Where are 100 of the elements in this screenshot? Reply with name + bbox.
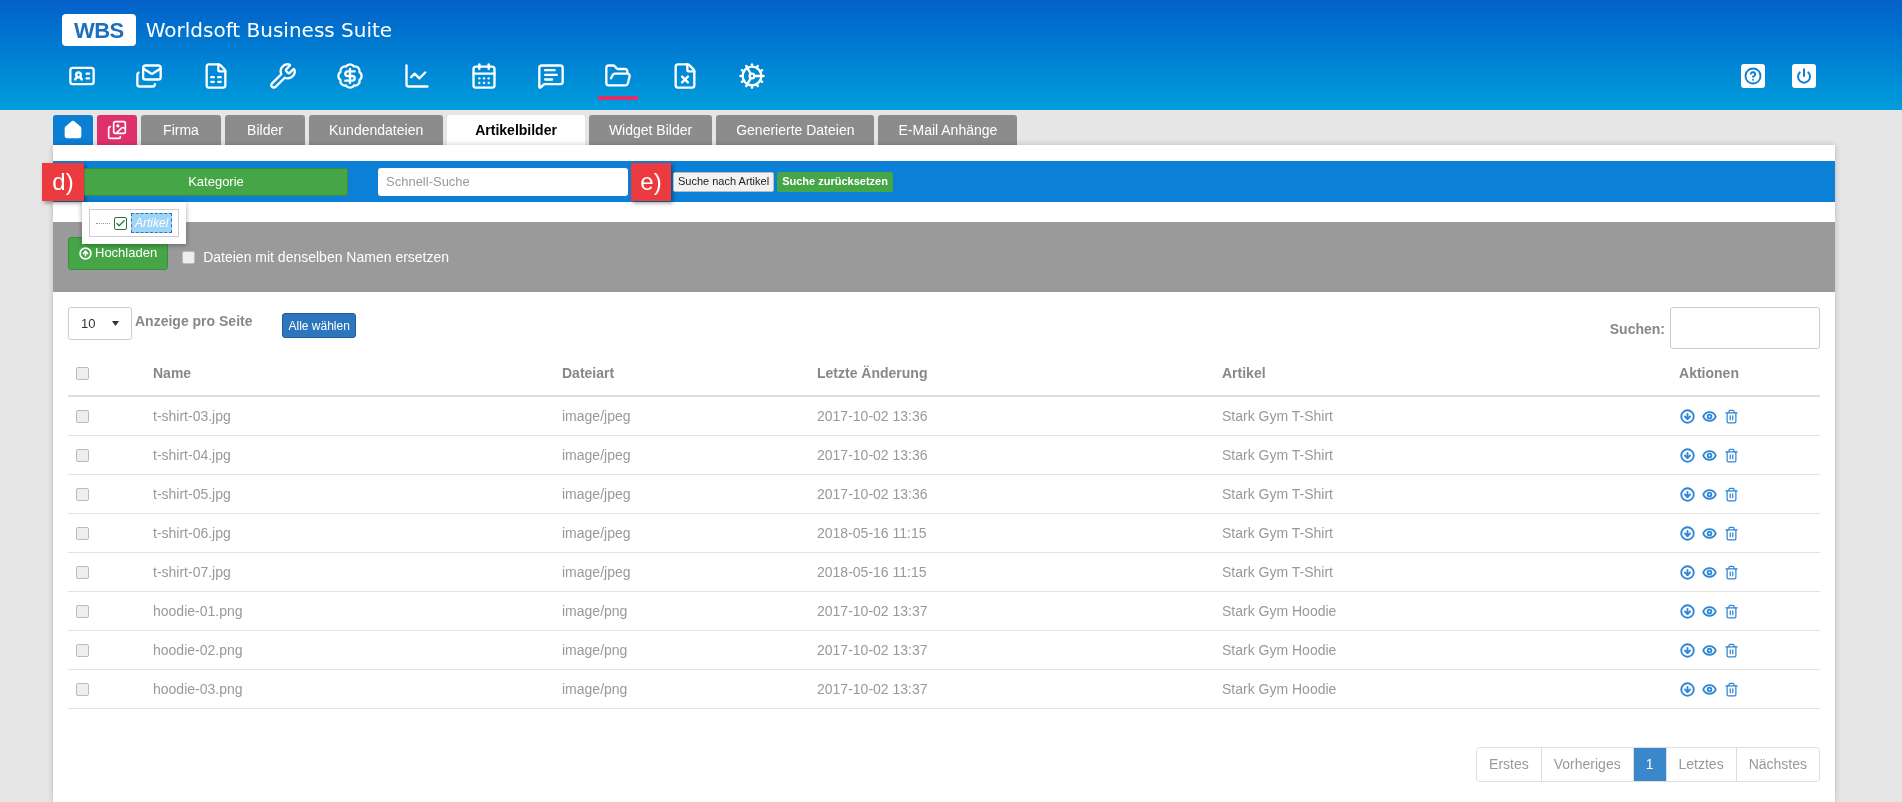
column-header: Name [153, 363, 193, 383]
table-cell-text: 2017-10-02 13:36 [817, 406, 929, 426]
table-cell-text: 2017-10-02 13:37 [817, 640, 929, 660]
download-icon[interactable] [1679, 564, 1695, 580]
select-all-checkbox[interactable] [76, 366, 89, 380]
table-cell-text: image/jpeg [562, 406, 632, 426]
table-cell-text: t-shirt-04.jpg [153, 445, 232, 465]
table-cell-text: 2018-05-16 11:15 [817, 523, 928, 543]
search-button[interactable]: Suche nach Artikel [673, 171, 775, 192]
home-tab[interactable] [53, 115, 93, 145]
table-cell-text: image/png [562, 679, 629, 699]
search-label: Suchen: [1609, 320, 1665, 339]
table-cell-text: Stark Gym T-Shirt [1222, 523, 1334, 543]
trash-icon[interactable] [1723, 681, 1739, 697]
table-cell-text: hoodie-02.png [153, 640, 244, 660]
calendar-icon [470, 62, 498, 90]
page-button[interactable]: Nächstes [1735, 748, 1819, 781]
table-cell-text: image/png [562, 640, 629, 660]
table-cell-text: image/jpeg [562, 562, 632, 582]
help-icon [1744, 67, 1762, 85]
column-header: Aktionen [1679, 363, 1739, 383]
download-icon[interactable] [1679, 486, 1695, 502]
tab[interactable]: E-Mail Anhänge [878, 115, 1018, 145]
select-all-button[interactable]: Alle wählen [282, 313, 356, 338]
check-icon [115, 217, 126, 229]
download-icon[interactable] [1679, 642, 1695, 658]
eye-icon[interactable] [1701, 681, 1717, 697]
app-title: Worldsoft Business Suite [145, 17, 393, 44]
row-checkbox[interactable] [76, 643, 89, 657]
table-cell-text: t-shirt-05.jpg [153, 484, 232, 504]
quick-search-field[interactable]: Schnell-Suche [378, 167, 628, 196]
row-checkbox[interactable] [76, 409, 89, 423]
table-cell-text: Stark Gym T-Shirt [1222, 562, 1334, 582]
power-button[interactable] [1792, 64, 1816, 88]
trash-icon[interactable] [1723, 603, 1739, 619]
download-icon[interactable] [1679, 447, 1695, 463]
eye-icon[interactable] [1701, 486, 1717, 502]
eye-icon[interactable] [1701, 603, 1717, 619]
row-checkbox[interactable] [76, 526, 89, 540]
table-cell-text: Stark Gym T-Shirt [1222, 445, 1334, 465]
table-cell-text: t-shirt-03.jpg [153, 406, 232, 426]
table-cell-text: image/jpeg [562, 445, 632, 465]
search-field[interactable] [1670, 307, 1820, 349]
row-checkbox[interactable] [76, 487, 89, 501]
trash-icon[interactable] [1723, 408, 1739, 424]
download-icon[interactable] [1679, 408, 1695, 424]
tab[interactable]: Bilder [225, 115, 305, 145]
table-cell-text: Stark Gym T-Shirt [1222, 484, 1334, 504]
eye-icon[interactable] [1701, 642, 1717, 658]
row-checkbox[interactable] [76, 565, 89, 579]
table-cell-text: t-shirt-06.jpg [153, 523, 232, 543]
reset-button[interactable]: Suche zurücksetzen [777, 171, 893, 192]
wrench-icon [269, 62, 297, 90]
tab[interactable]: Generierte Dateien [716, 115, 875, 145]
tab[interactable]: Artikelbilder [447, 115, 585, 145]
trash-icon[interactable] [1723, 564, 1739, 580]
tab[interactable]: Firma [141, 115, 221, 145]
help-button[interactable] [1741, 64, 1765, 88]
line-chart-icon [403, 62, 431, 90]
annotation-label: d) [42, 162, 84, 201]
trash-icon[interactable] [1723, 642, 1739, 658]
trash-icon[interactable] [1723, 447, 1739, 463]
row-checkbox[interactable] [76, 448, 89, 462]
table-cell-text: Stark Gym Hoodie [1222, 601, 1338, 621]
row-checkbox[interactable] [76, 682, 89, 696]
tab[interactable]: Kundendateien [309, 115, 444, 145]
page-button[interactable]: 1 [1632, 748, 1666, 781]
eye-icon[interactable] [1701, 447, 1717, 463]
table-cell-text: image/jpeg [562, 484, 632, 504]
checkbox[interactable] [182, 250, 196, 264]
home-icon [63, 120, 83, 140]
page-size-select[interactable]: 10 [68, 307, 132, 340]
gallery-tab[interactable] [97, 115, 137, 145]
download-icon[interactable] [1679, 525, 1695, 541]
table-cell-text: 2017-10-02 13:37 [817, 601, 929, 621]
download-icon[interactable] [1679, 603, 1695, 619]
row-checkbox[interactable] [76, 604, 89, 618]
replace-option-label: Dateien mit denselben Namen ersetzen [203, 247, 450, 267]
trash-icon[interactable] [1723, 525, 1739, 541]
trash-icon[interactable] [1723, 486, 1739, 502]
page-size-label: Anzeige pro Seite [135, 312, 253, 331]
eye-icon[interactable] [1701, 408, 1717, 424]
checkbox[interactable] [114, 216, 127, 230]
table-cell-text: 2017-10-02 13:36 [817, 445, 929, 465]
table-cell-text: 2017-10-02 13:37 [817, 679, 929, 699]
category-button[interactable]: Kategorie [84, 167, 348, 196]
dollar-icon [336, 62, 364, 90]
tab[interactable]: Widget Bilder [588, 115, 713, 145]
eye-icon[interactable] [1701, 525, 1717, 541]
table-cell-text: t-shirt-07.jpg [153, 562, 232, 582]
table-cell-text: 2017-10-02 13:36 [817, 484, 929, 504]
table-cell-text: image/jpeg [562, 523, 632, 543]
annotation-label: e) [631, 162, 671, 201]
column-header: Dateiart [562, 363, 616, 383]
table-cell-text: Stark Gym Hoodie [1222, 679, 1338, 699]
eye-icon[interactable] [1701, 564, 1717, 580]
download-icon[interactable] [1679, 681, 1695, 697]
power-icon [1796, 68, 1812, 84]
column-header: Letzte Änderung [817, 363, 929, 383]
chat-icon [537, 62, 565, 90]
